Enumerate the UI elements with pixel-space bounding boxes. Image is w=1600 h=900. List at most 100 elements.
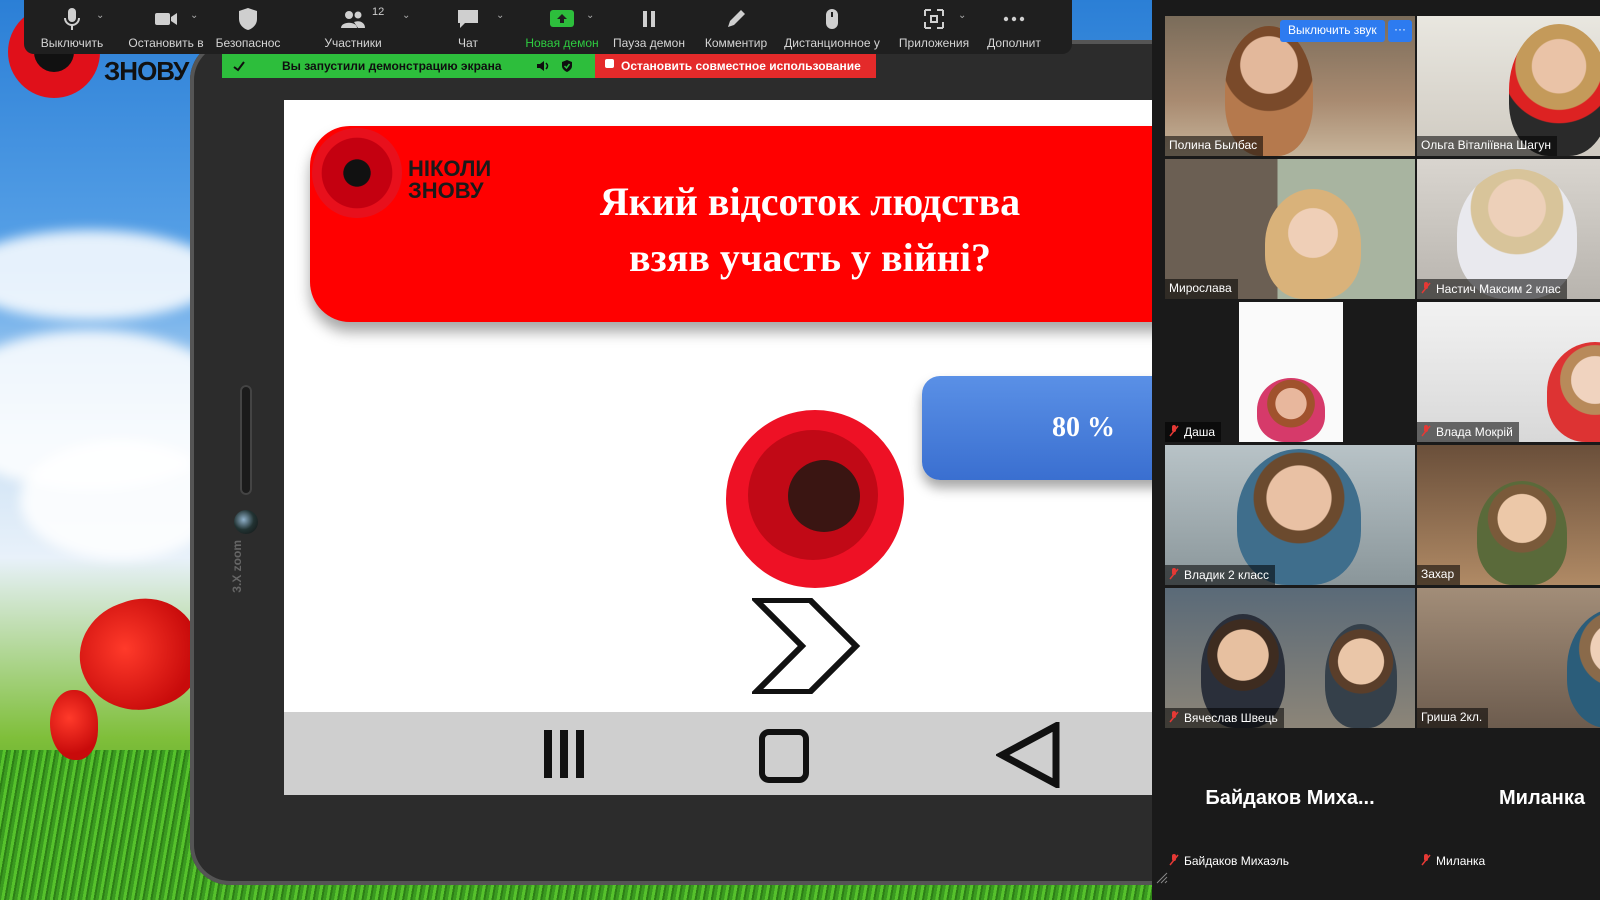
muted-mic-icon bbox=[1421, 282, 1431, 294]
chevron-down-icon[interactable]: ⌄ bbox=[496, 10, 506, 21]
participants-icon bbox=[341, 11, 365, 28]
microphone-icon bbox=[64, 8, 80, 30]
chat-label: Чат bbox=[458, 36, 478, 50]
video-tile-camera-off[interactable]: Миланка Миланка bbox=[1417, 731, 1600, 871]
share-screen-icon bbox=[550, 10, 574, 27]
participants-label: Участники bbox=[324, 36, 382, 50]
muted-mic-icon bbox=[1169, 568, 1179, 580]
wallpaper-logo-text: ЗНОВУ bbox=[104, 56, 189, 86]
share-status: Вы запустили демонстрацию экрана bbox=[222, 54, 595, 78]
muted-mic-icon bbox=[1169, 425, 1179, 437]
back-icon[interactable] bbox=[996, 722, 1062, 788]
muted-mic-icon bbox=[1169, 711, 1179, 723]
chat-button[interactable]: Чат bbox=[436, 0, 500, 54]
apps-icon bbox=[924, 9, 944, 29]
android-nav-bar bbox=[284, 712, 1152, 795]
slide-logo-line1: НІКОЛИ bbox=[408, 156, 492, 181]
participant-display-name: Миланка bbox=[1499, 787, 1585, 809]
video-tile[interactable]: Настич Максим 2 клас bbox=[1417, 159, 1600, 299]
muted-mic-icon bbox=[1421, 854, 1431, 866]
slide-logo: НІКОЛИ ЗНОВУ bbox=[408, 158, 491, 202]
chevron-down-icon[interactable]: ⌄ bbox=[190, 10, 200, 21]
answer-box[interactable]: 80 % bbox=[922, 376, 1152, 480]
muted-mic-icon bbox=[1169, 854, 1179, 866]
chevron-down-icon[interactable]: ⌄ bbox=[402, 10, 412, 21]
poppy-icon bbox=[726, 410, 904, 588]
participant-name: Влада Мокрій bbox=[1417, 422, 1519, 442]
share-status-text: Вы запустили демонстрацию экрана bbox=[282, 59, 502, 73]
new-share-button[interactable]: Новая демон bbox=[520, 0, 604, 54]
cloud bbox=[0, 230, 220, 320]
video-gallery: Полина Былбас Ольга Віталіївна Шагун Мир… bbox=[1152, 0, 1600, 900]
more-icon bbox=[1003, 16, 1025, 22]
remote-control-label: Дистанционное у bbox=[784, 36, 880, 50]
video-tile[interactable]: Гриша 2кл. bbox=[1417, 588, 1600, 728]
speaker-icon[interactable] bbox=[536, 59, 550, 73]
mute-button[interactable]: Выключить bbox=[32, 0, 112, 54]
participant-name: Даша bbox=[1165, 422, 1222, 442]
chevron-down-icon[interactable]: ⌄ bbox=[958, 10, 968, 21]
title-banner: НІКОЛИ ЗНОВУ Який відсоток людства взяв … bbox=[310, 126, 1152, 322]
shared-slide: НІКОЛИ ЗНОВУ Який відсоток людства взяв … bbox=[284, 100, 1152, 795]
pencil-icon bbox=[728, 10, 745, 27]
participant-name: Настич Максим 2 клас bbox=[1417, 279, 1567, 299]
new-share-label: Новая демон bbox=[525, 36, 599, 50]
stop-icon bbox=[605, 59, 614, 68]
share-status-bar: Вы запустили демонстрацию экрана Останов… bbox=[222, 54, 876, 78]
slide-logo-line2: ЗНОВУ bbox=[408, 178, 484, 203]
more-button[interactable]: Дополнит bbox=[980, 0, 1048, 54]
stop-share-label: Остановить совместное использование bbox=[621, 59, 861, 73]
participant-name: Полина Былбас bbox=[1165, 136, 1264, 156]
mouse-icon bbox=[826, 9, 838, 29]
chat-icon bbox=[458, 10, 478, 28]
slide-title-line1: Який відсоток людства bbox=[599, 179, 1021, 224]
participant-display-name: Байдаков Миха... bbox=[1205, 787, 1375, 809]
muted-mic-icon bbox=[1421, 425, 1431, 437]
pause-share-label: Пауза демон bbox=[613, 36, 685, 50]
poppy-bud bbox=[50, 690, 98, 760]
video-tile-camera-off[interactable]: Байдаков Миха... Байдаков Михаэль bbox=[1165, 731, 1415, 871]
annotate-label: Комментир bbox=[704, 36, 768, 50]
slide-title-line2: взяв участь у війні? bbox=[629, 235, 991, 280]
next-arrow-icon[interactable] bbox=[752, 598, 862, 694]
chevron-down-icon[interactable]: ⌄ bbox=[586, 10, 596, 21]
home-icon[interactable] bbox=[758, 728, 812, 784]
pause-share-button[interactable]: Пауза демон bbox=[608, 0, 690, 54]
more-label: Дополнит bbox=[987, 36, 1041, 50]
unmute-button[interactable]: Выключить звук bbox=[1280, 20, 1385, 42]
stop-video-button[interactable]: Остановить в bbox=[120, 0, 212, 54]
video-tile[interactable]: Влада Мокрій bbox=[1417, 302, 1600, 442]
shield-check-icon[interactable] bbox=[560, 59, 574, 73]
apps-button[interactable]: Приложения bbox=[890, 0, 978, 54]
mute-label: Выключить bbox=[40, 36, 104, 50]
apps-label: Приложения bbox=[898, 36, 970, 50]
tablet-brand: 3.X zoom bbox=[230, 540, 244, 593]
tile-more-button[interactable]: ··· bbox=[1388, 20, 1412, 42]
recent-apps-icon[interactable] bbox=[542, 726, 586, 782]
check-icon bbox=[233, 61, 245, 72]
security-button[interactable]: Безопаснос bbox=[208, 0, 288, 54]
poppy-logo-icon bbox=[312, 128, 402, 218]
participant-name: Ольга Віталіївна Шагун bbox=[1417, 136, 1557, 156]
tablet-camera bbox=[234, 510, 258, 534]
answer-text: 80 % bbox=[1052, 412, 1115, 443]
video-camera-icon bbox=[155, 13, 177, 25]
remote-control-button[interactable]: Дистанционное у bbox=[780, 0, 884, 54]
video-tile[interactable]: Ольга Віталіївна Шагун bbox=[1417, 16, 1600, 156]
video-tile[interactable]: Мирослава bbox=[1165, 159, 1415, 299]
participant-name: Миланка bbox=[1417, 851, 1491, 871]
video-tile[interactable]: Даша bbox=[1165, 302, 1415, 442]
annotate-button[interactable]: Комментир bbox=[696, 0, 776, 54]
video-tile-active-speaker[interactable]: Вячеслав Швець bbox=[1165, 588, 1415, 728]
video-tile[interactable]: Владик 2 класс bbox=[1165, 445, 1415, 585]
tablet-speaker bbox=[240, 385, 252, 495]
resize-grip-icon[interactable] bbox=[1156, 872, 1168, 884]
pause-icon bbox=[643, 11, 655, 27]
participant-name: Вячеслав Швець bbox=[1165, 708, 1284, 728]
participant-name: Владик 2 класс bbox=[1165, 565, 1276, 585]
stop-share-button[interactable]: Остановить совместное использование bbox=[595, 54, 876, 78]
video-tile[interactable]: Захар bbox=[1417, 445, 1600, 585]
participants-count: 12 bbox=[372, 6, 385, 18]
chevron-down-icon[interactable]: ⌄ bbox=[96, 10, 106, 21]
security-label: Безопаснос bbox=[215, 36, 281, 50]
